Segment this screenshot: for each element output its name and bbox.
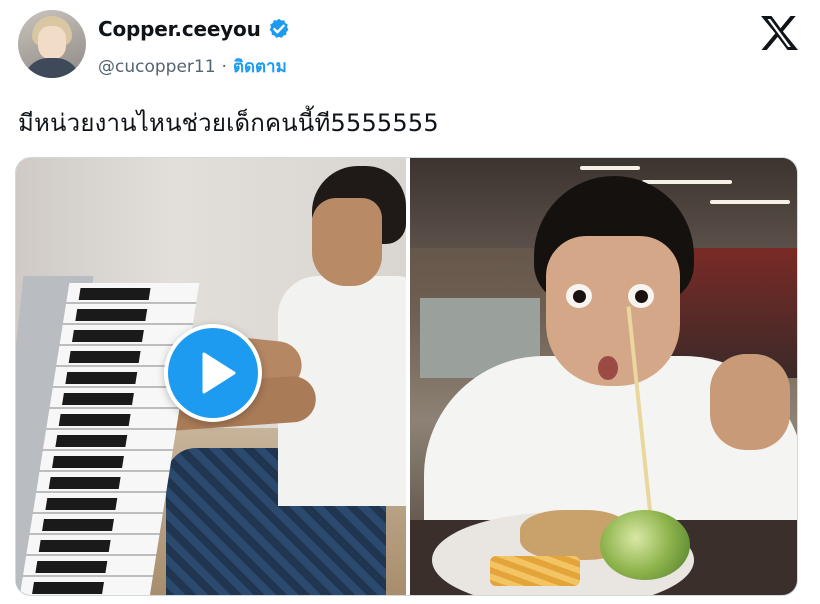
play-button[interactable] — [164, 324, 262, 422]
verified-badge-icon — [267, 17, 291, 41]
eye — [566, 284, 592, 308]
media-grid — [15, 157, 798, 596]
handle-row: @cucopper11 · ติดตาม — [98, 53, 291, 80]
fries — [490, 556, 580, 586]
display-name[interactable]: Copper.ceeyou — [98, 17, 261, 41]
name-row: Copper.ceeyou — [98, 15, 291, 43]
author-block: Copper.ceeyou @cucopper11 · ติดตาม — [98, 15, 291, 80]
x-logo-icon[interactable] — [758, 14, 800, 52]
play-icon — [202, 352, 236, 394]
avatar-face — [38, 26, 66, 60]
ceiling-light — [642, 180, 732, 184]
ceiling-light — [710, 200, 790, 204]
mouth — [598, 356, 618, 380]
ceiling-light — [580, 166, 640, 170]
follow-button[interactable]: ติดตาม — [233, 53, 287, 80]
eye — [628, 284, 654, 308]
tweet-card: Copper.ceeyou @cucopper11 · ติดตาม มีหน่… — [0, 0, 820, 604]
separator-dot: · — [221, 56, 227, 77]
video-thumbnail[interactable] — [16, 158, 406, 595]
hand — [710, 354, 790, 450]
handle[interactable]: @cucopper11 — [98, 57, 216, 77]
salad — [600, 510, 690, 580]
boy-face — [312, 198, 382, 286]
tweet-text: มีหน่วยงานไหนช่วยเด็กคนนี้ที5555555 — [18, 109, 439, 137]
avatar-body — [24, 58, 80, 78]
avatar[interactable] — [18, 10, 86, 78]
photo[interactable] — [410, 158, 797, 595]
